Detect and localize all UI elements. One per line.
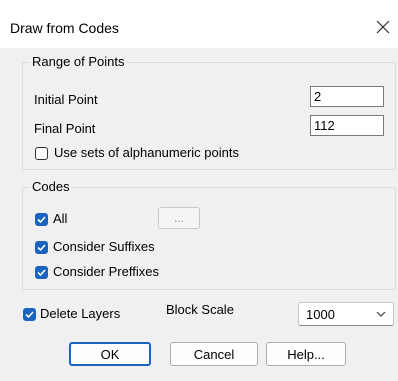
close-icon (376, 20, 390, 34)
initial-point-input[interactable] (310, 86, 384, 107)
final-point-input[interactable] (310, 115, 384, 136)
draw-from-codes-dialog: Draw from Codes Range of Points Initial … (0, 0, 398, 381)
range-of-points-legend: Range of Points (30, 54, 127, 69)
chevron-down-icon (376, 311, 386, 317)
block-scale-select[interactable]: 1000 (298, 302, 394, 326)
checkmark-icon (37, 269, 46, 277)
checkmark-icon (37, 244, 46, 252)
alphanumeric-checkbox[interactable] (35, 147, 48, 160)
consider-suffixes-label: Consider Suffixes (53, 239, 155, 254)
consider-suffixes-checkbox[interactable] (35, 241, 48, 254)
window-title: Draw from Codes (10, 20, 119, 36)
consider-prefixes-checkbox[interactable] (35, 266, 48, 279)
block-scale-value: 1000 (306, 307, 335, 322)
codes-legend: Codes (30, 179, 72, 194)
delete-layers-checkbox[interactable] (23, 308, 36, 321)
checkmark-icon (37, 216, 46, 224)
ok-button[interactable]: OK (69, 342, 151, 366)
title-bar: Draw from Codes (0, 0, 398, 48)
all-label: All (53, 211, 68, 226)
delete-layers-label: Delete Layers (40, 306, 121, 321)
alphanumeric-label: Use sets of alphanumeric points (54, 145, 239, 160)
cancel-button[interactable]: Cancel (170, 342, 258, 366)
all-checkbox[interactable] (35, 213, 48, 226)
block-scale-label: Block Scale (166, 302, 234, 317)
consider-prefixes-label: Consider Preffixes (53, 264, 159, 279)
close-button[interactable] (368, 12, 398, 42)
final-point-label: Final Point (34, 121, 96, 136)
checkmark-icon (25, 311, 34, 319)
help-button[interactable]: Help... (266, 342, 346, 366)
initial-point-label: Initial Point (34, 92, 98, 107)
browse-codes-button[interactable]: ... (158, 207, 200, 229)
